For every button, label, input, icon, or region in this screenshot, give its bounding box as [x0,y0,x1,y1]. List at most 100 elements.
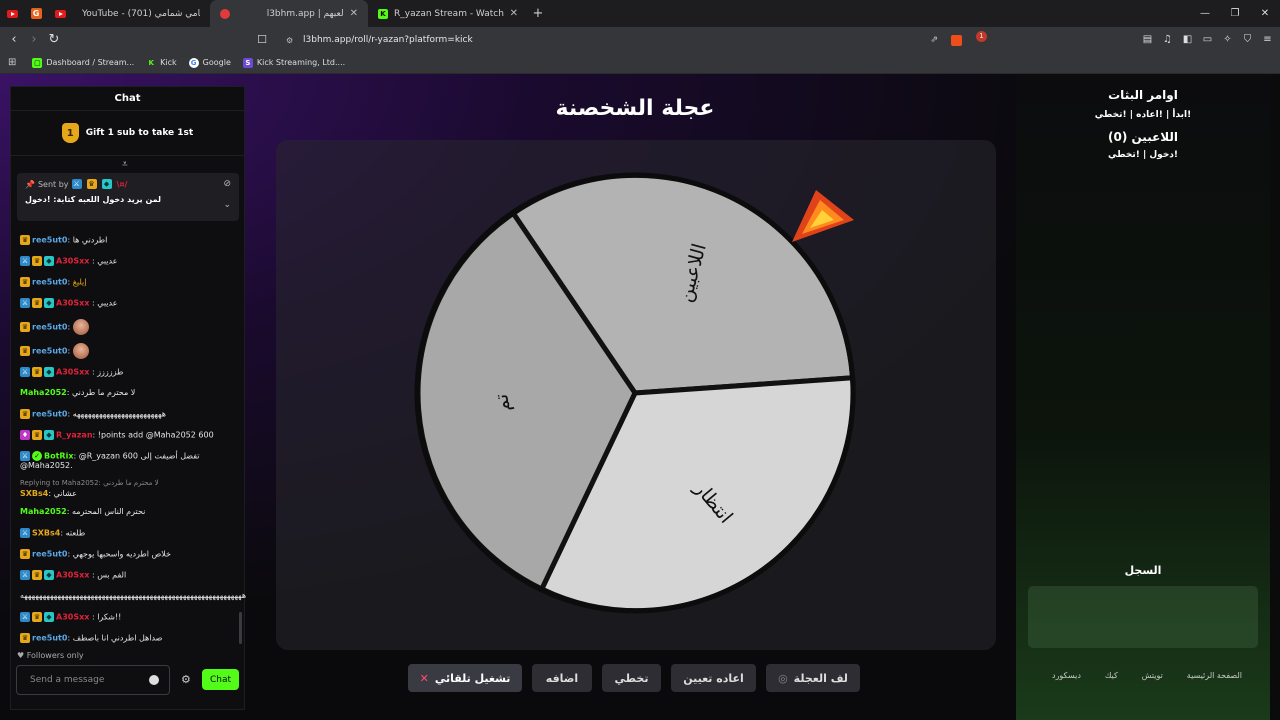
brave-shield-icon[interactable] [951,34,962,46]
auto-play-button[interactable]: تشغيل تلقائي ✕ [408,664,522,692]
tab-youtube[interactable]: YouTube - (701) شمامي شمامي [72,0,210,27]
chat-username[interactable]: ree5ut0 [32,347,67,356]
forward-icon[interactable]: › [24,32,44,47]
chat-message[interactable]: ♛ ree5ut0: اطردني ها [20,235,240,248]
reset-button[interactable]: اعاده تعيين [671,664,756,692]
followers-only-label: Followers only [26,651,84,660]
chat-message[interactable]: هههههههههههههههههههههههههههههههههههههههه… [20,591,246,604]
music-icon[interactable]: ♫ [1161,33,1174,46]
chat-scrollbar[interactable] [239,612,242,644]
chat-username[interactable]: BotRix [44,452,73,461]
chat-username[interactable]: ree5ut0 [32,278,67,287]
chat-username[interactable]: A30Sxx [56,299,89,308]
chat-input[interactable]: Send a message [16,665,170,695]
sidebar-icon[interactable]: ◧ [1181,33,1194,46]
chat-username[interactable]: A30Sxx [56,368,89,377]
chat-message[interactable]: ♛ ree5ut0: [20,343,240,359]
bookmark-google[interactable]: G Google [188,57,231,68]
chat-message[interactable]: Maha2052: لا محترم ما طردني [20,388,240,401]
leo-ai-icon[interactable]: ✧ [1221,33,1234,46]
tab-l3bhm[interactable]: l3bhm.app | لعبهم ✕ [210,0,368,27]
chat-message[interactable]: ⚔ ♛ ◆ A30Sxx : عديبي [20,256,240,269]
chat-username[interactable]: ree5ut0 [32,323,67,332]
tab-kick[interactable]: K R_yazan Stream - Watch Live on Kick ✕ [368,0,528,27]
chat-message[interactable]: ♛ ree5ut0: ههههههههههههههههههههههههه [20,409,240,422]
chat-username[interactable]: Maha2052 [20,388,67,397]
gift-leaderboard[interactable]: 1 Gift 1 sub to take 1st [11,111,244,156]
chat-username[interactable]: SXBs4 [20,489,48,498]
chat-message[interactable]: ♛ ree5ut0: إيليغ [20,277,240,290]
mod-badge-icon: ⚔ [71,179,82,189]
apps-grid-icon[interactable]: ⊞ [8,57,16,68]
tab-title: l3bhm.app | لعبهم [266,8,344,19]
chat-message[interactable]: ♛ ree5ut0: [20,319,240,335]
maximize-icon[interactable]: ❐ [1220,0,1250,27]
bookmark-kick-streaming[interactable]: S Kick Streaming, Ltd.... [242,57,345,68]
share-icon[interactable]: ⇗ [930,35,938,45]
unpin-icon[interactable]: ⊘ [223,179,231,189]
chat-message[interactable]: Maha2052: نحترم الناس المحترمه [20,507,240,520]
footer-link-discord[interactable]: ديسكورد [1052,671,1081,680]
chat-send-button[interactable]: Chat [202,669,239,690]
pinned-message[interactable]: 📌 Sent by ⚔ ♛ ◆ \¤/ لمن يريد دخول اللعبه ك… [17,173,239,221]
reload-icon[interactable]: ↻ [44,32,64,47]
footer-link-kick[interactable]: كيك [1105,671,1118,680]
chat-username[interactable]: ree5ut0 [32,236,67,245]
chat-text: عديبي [97,298,118,308]
pinned-tab-youtube-2[interactable] [48,0,72,27]
chat-username[interactable]: Maha2052 [20,507,67,516]
chat-message[interactable]: ♛ ree5ut0: خلاص اطرديه واسحبها يوجهي [20,548,240,562]
chat-message[interactable]: ♛ ree5ut0: صداهل اطردني انا باصطف [20,632,240,646]
add-button[interactable]: اضافه [532,664,592,692]
vpn-shield-icon[interactable]: ⛉ [1241,33,1254,46]
spin-button[interactable]: لف العجلة ◎ [766,664,860,692]
chat-message[interactable]: ⚔ ✓ BotRix: @R_yazan 600 تفضل أضيفت إلى @M… [20,451,240,471]
skip-button[interactable]: تخطي [602,664,661,692]
close-icon[interactable]: ✕ [350,8,358,19]
wheel-label-done: تم [490,392,515,413]
minimize-icon[interactable]: — [1190,0,1220,27]
pinned-sent-by: Sent by [37,179,69,189]
chat-message[interactable]: ⚔ ♛ ◆ A30Sxx : طززززز [20,367,240,380]
chat-username[interactable]: A30Sxx [56,612,89,621]
back-icon[interactable]: ‹ [4,32,24,47]
close-icon[interactable]: ✕ [510,8,518,19]
chat-username[interactable]: ree5ut0 [32,633,67,642]
gear-icon[interactable]: ⚙ [181,673,191,686]
bookmark-kick[interactable]: K Kick [146,58,176,68]
site-info-icon[interactable]: ⚙ [286,36,293,45]
chat-username[interactable]: R_yazan [56,431,93,440]
chat-message[interactable]: ♦ ♛ ◆ R_yazan: !points add @Maha2052 600 [20,430,240,443]
reader-mode-icon[interactable]: ▤ [1141,33,1154,46]
google-icon: G [188,57,199,68]
chat-message[interactable]: ⚔ ♛ ◆ A30Sxx : عديبي [20,298,240,311]
wallet-icon[interactable]: ▭ [1201,33,1214,46]
new-tab-button[interactable]: + [528,6,548,21]
players-title: اللاعبين (0) [1107,130,1179,144]
chat-message[interactable]: ⚔ ♛ ◆ A30Sxx : الفم بس [20,569,240,583]
chat-message[interactable]: ⚔ ♛ ◆ A30Sxx : شكرا!! [20,611,240,625]
reply-reference[interactable]: Replying to Maha2052: لا محترم ما طردني [20,479,240,487]
chat-username[interactable]: ree5ut0 [32,410,67,419]
pinned-author: \¤/ [116,179,128,189]
close-window-icon[interactable]: ✕ [1250,0,1280,27]
mod-badge-icon: ⚔ [20,569,30,580]
footer-link-home[interactable]: الصفحة الرئيسية [1187,671,1242,680]
chat-username[interactable]: ree5ut0 [32,549,67,558]
footer-link-twitch[interactable]: تويتش [1142,671,1163,680]
chat-username[interactable]: A30Sxx [56,570,89,579]
chat-username[interactable]: SXBs4 [32,528,60,537]
chat-username[interactable]: A30Sxx [56,257,89,266]
page: Chat 1 Gift 1 sub to take 1st ⩡ 📌 Sent b… [0,74,1280,720]
emoji-icon[interactable] [149,675,159,685]
rewards-badge[interactable]: 1 [976,31,987,42]
chat-message[interactable]: Replying to Maha2052: لا محترم ما طردني S… [20,479,240,499]
address-bar[interactable]: ⚙ l3bhm.app/roll/r-yazan?platform=kick ⇗… [256,30,990,50]
pinned-tab-youtube[interactable] [0,0,24,27]
collapse-icon[interactable]: ⩡ [122,159,128,170]
pinned-tab-g[interactable]: G [24,0,48,27]
chevron-down-icon[interactable]: ⌄ [223,200,231,210]
bookmark-dashboard[interactable]: ▢ Dashboard / Stream... [32,57,134,68]
chat-message[interactable]: ⚔ SXBs4: طلعته [20,527,240,541]
menu-icon[interactable]: ≡ [1261,33,1274,46]
